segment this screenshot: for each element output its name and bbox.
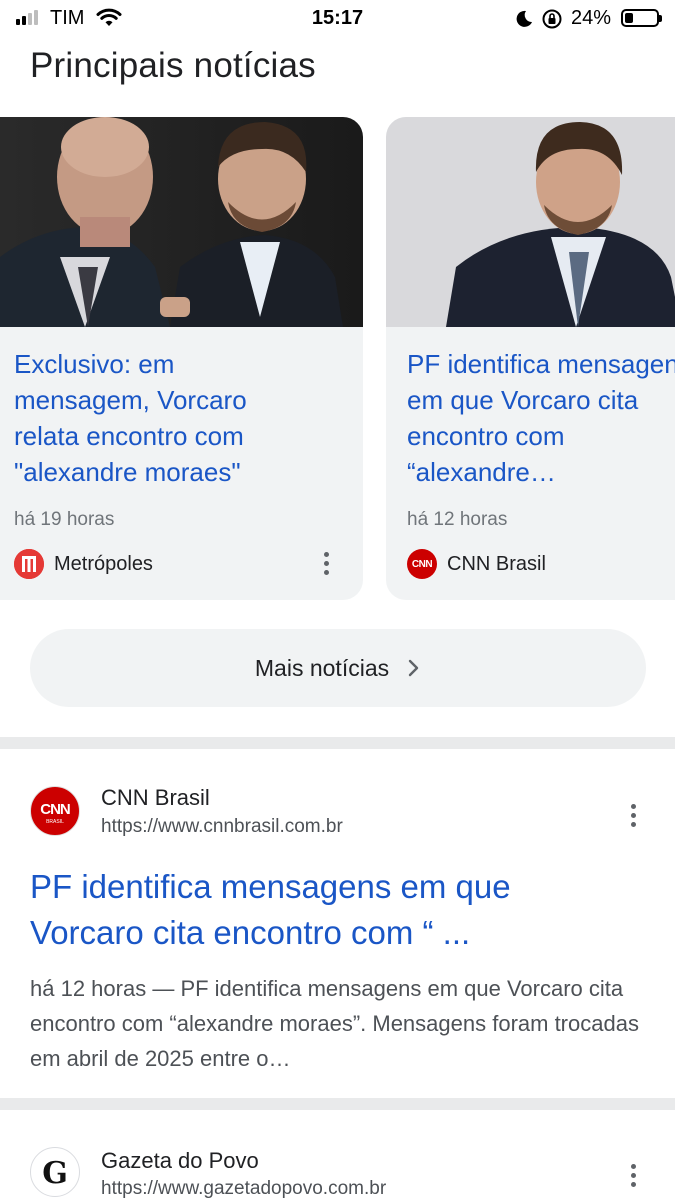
- news-card-source-name: Metrópoles: [54, 552, 153, 575]
- news-card-time: há 19 horas: [14, 509, 115, 530]
- news-card-source-name: CNN Brasil: [447, 552, 546, 575]
- news-card-image: [386, 117, 675, 327]
- svg-text:BRASIL: BRASIL: [46, 819, 64, 825]
- news-card-image: [0, 117, 363, 327]
- more-options-icon[interactable]: [621, 803, 645, 827]
- news-card[interactable]: Exclusivo: em mensagem, Vorcaro relata e…: [0, 117, 363, 600]
- result-snippet: há 12 horas — PF identifica mensagens em…: [30, 971, 645, 1076]
- more-options-icon[interactable]: [621, 1163, 645, 1187]
- do-not-disturb-moon-icon: [516, 10, 532, 27]
- result-url[interactable]: https://www.cnnbrasil.com.br: [101, 816, 343, 838]
- news-card-source: Metrópoles: [14, 549, 153, 579]
- cnn-logo-icon: CNN BRASIL: [30, 786, 80, 836]
- section-divider: [0, 1098, 675, 1110]
- news-card-headline[interactable]: Exclusivo: em mensagem, Vorcaro relata e…: [14, 346, 304, 490]
- news-card[interactable]: PF identifica mensagens em que Vorcaro c…: [386, 117, 675, 600]
- svg-text:G: G: [42, 1156, 68, 1191]
- result-site-name[interactable]: CNN Brasil: [101, 785, 210, 811]
- more-news-label: Mais notícias: [254, 654, 390, 681]
- news-card-source: CNN CNN Brasil: [407, 549, 546, 579]
- battery-icon: [621, 9, 662, 27]
- chevron-right-icon: [408, 659, 419, 677]
- more-news-button[interactable]: Mais notícias: [30, 629, 646, 707]
- svg-text:CNN: CNN: [40, 801, 70, 818]
- news-card-headline[interactable]: PF identifica mensagens em que Vorcaro c…: [407, 346, 675, 490]
- result-site-name[interactable]: Gazeta do Povo: [101, 1148, 259, 1174]
- top-stories-title: Principais notícias: [30, 46, 316, 85]
- result-snippet-separator: —: [146, 976, 181, 1001]
- metropoles-logo-icon: [14, 549, 44, 579]
- news-card-time: há 12 horas: [407, 509, 508, 530]
- result-snippet-time: há 12 horas: [30, 976, 147, 1001]
- status-bar: TIM 15:17 24%: [0, 0, 675, 40]
- battery-percent: 24%: [571, 7, 612, 29]
- result-url[interactable]: https://www.gazetadopovo.com.br: [101, 1178, 386, 1200]
- cnn-logo-icon: CNN: [407, 549, 437, 579]
- more-options-icon[interactable]: [314, 551, 338, 575]
- section-divider: [0, 737, 675, 749]
- result-title-link[interactable]: PF identifica mensagens em que Vorcaro c…: [30, 864, 630, 956]
- orientation-lock-icon: [542, 9, 562, 29]
- gazeta-do-povo-logo-icon: G: [30, 1147, 80, 1197]
